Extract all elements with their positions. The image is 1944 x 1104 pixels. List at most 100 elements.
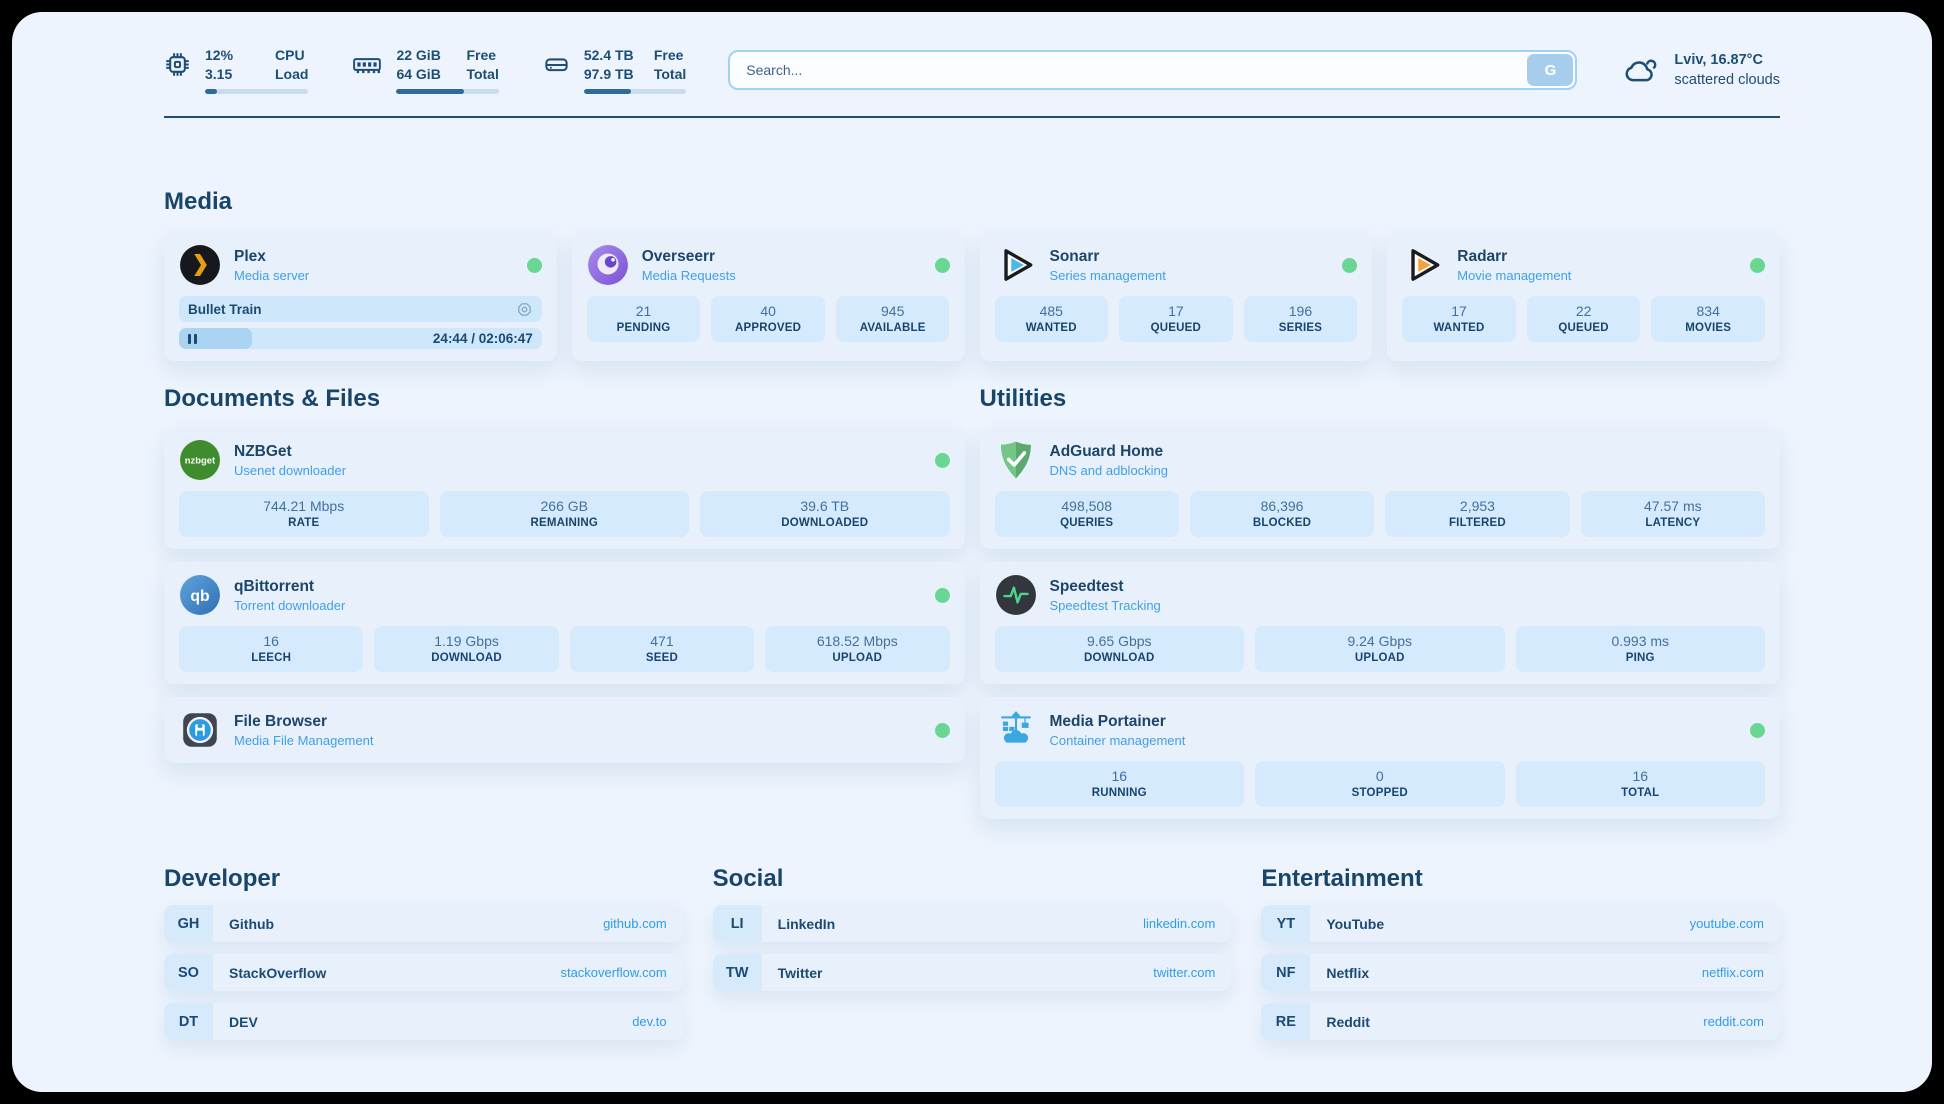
bookmark-abbr: NF: [1261, 954, 1310, 991]
bookmark-abbr: SO: [164, 954, 213, 991]
status-dot: [935, 588, 950, 603]
section-title-media: Media: [164, 188, 1780, 216]
memory-free-value: 22 GiB: [396, 46, 466, 65]
card-subtitle: DNS and adblocking: [1050, 463, 1169, 478]
cpu-load-label: Load: [275, 65, 308, 84]
stat-tile: 471SEED: [570, 626, 754, 672]
bookmark-reddit[interactable]: RE Reddit reddit.com: [1261, 1003, 1780, 1040]
card-qbittorrent[interactable]: qb qBittorrent Torrent downloader 16LEEC…: [164, 562, 965, 684]
section-title-developer: Developer: [164, 865, 683, 893]
card-subtitle: Container management: [1050, 733, 1186, 748]
stat-tile: 17WANTED: [1402, 296, 1516, 342]
playback-progress-bar: 24:44 / 02:06:47: [179, 328, 542, 349]
bookmark-netflix[interactable]: NF Netflix netflix.com: [1261, 954, 1780, 991]
card-overseerr[interactable]: Overseerr Media Requests 21PENDING 40APP…: [572, 232, 965, 361]
card-sonarr[interactable]: Sonarr Series management 485WANTED 17QUE…: [980, 232, 1373, 361]
card-title: Media Portainer: [1050, 713, 1186, 731]
bookmark-name: LinkedIn: [778, 916, 836, 932]
disk-widget: 52.4 TBFree 97.9 TBTotal: [543, 46, 686, 94]
sonarr-icon: [995, 244, 1037, 286]
card-radarr[interactable]: Radarr Movie management 17WANTED 22QUEUE…: [1387, 232, 1780, 361]
card-subtitle: Speedtest Tracking: [1050, 598, 1161, 613]
search-input[interactable]: [728, 50, 1577, 90]
bookmark-github[interactable]: GH Github github.com: [164, 905, 683, 942]
bookmark-url: linkedin.com: [1143, 916, 1215, 931]
disk-total-label: Total: [654, 65, 686, 84]
bookmark-group-developer: Developer GH Github github.com SO StackO…: [164, 865, 683, 1040]
disk-free-label: Free: [654, 46, 684, 65]
card-subtitle: Movie management: [1457, 268, 1571, 283]
cloud-icon: [1623, 54, 1661, 86]
pause-icon: [188, 334, 197, 344]
qbittorrent-icon: qb: [179, 574, 221, 616]
card-title: NZBGet: [234, 443, 346, 461]
resource-widgets: 12%CPU 3.15Load 22: [164, 46, 686, 94]
card-subtitle: Media server: [234, 268, 309, 283]
bookmark-group-entertainment: Entertainment YT YouTube youtube.com NF …: [1261, 865, 1780, 1040]
stat-tile: 0.993 msPING: [1516, 626, 1766, 672]
stat-tile: 834MOVIES: [1651, 296, 1765, 342]
stat-tile: 86,396BLOCKED: [1190, 491, 1374, 537]
portainer-icon: [995, 709, 1037, 751]
search-bar: G: [728, 50, 1577, 90]
section-title-documents: Documents & Files: [164, 385, 965, 413]
section-documents: Documents & Files nzbget NZBGet U: [164, 385, 965, 763]
bookmark-name: StackOverflow: [229, 965, 326, 981]
card-subtitle: Usenet downloader: [234, 463, 346, 478]
bookmark-twitter[interactable]: TW Twitter twitter.com: [713, 954, 1232, 991]
bookmark-url: github.com: [603, 916, 667, 931]
card-portainer[interactable]: Media Portainer Container management 16R…: [980, 697, 1781, 819]
bookmark-youtube[interactable]: YT YouTube youtube.com: [1261, 905, 1780, 942]
status-dot: [527, 258, 542, 273]
disk-free-value: 52.4 TB: [584, 46, 654, 65]
bookmark-url: dev.to: [632, 1014, 666, 1029]
card-title: Sonarr: [1050, 248, 1166, 266]
memory-icon: [352, 51, 382, 78]
card-nzbget[interactable]: nzbget NZBGet Usenet downloader 744.21 M…: [164, 427, 965, 549]
stat-tile: 40APPROVED: [711, 296, 825, 342]
card-plex[interactable]: Plex Media server Bullet Train 24:44 / 0…: [164, 232, 557, 361]
weather-widget: Lviv, 16.87°C scattered clouds: [1623, 50, 1780, 90]
radarr-icon: [1402, 244, 1444, 286]
section-title-entertainment: Entertainment: [1261, 865, 1780, 893]
speedtest-icon: [995, 574, 1037, 616]
bookmark-dev[interactable]: DT DEV dev.to: [164, 1003, 683, 1040]
memory-total-value: 64 GiB: [396, 65, 466, 84]
stat-tile: 47.57 msLATENCY: [1581, 491, 1765, 537]
card-title: Speedtest: [1050, 578, 1161, 596]
stat-tile: 196SERIES: [1244, 296, 1358, 342]
overseerr-icon: [587, 244, 629, 286]
card-subtitle: Series management: [1050, 268, 1166, 283]
card-speedtest[interactable]: Speedtest Speedtest Tracking 9.65 GbpsDO…: [980, 562, 1781, 684]
stat-tile: 498,508QUERIES: [995, 491, 1179, 537]
card-adguard[interactable]: AdGuard Home DNS and adblocking 498,508Q…: [980, 427, 1781, 549]
bookmark-name: Reddit: [1326, 1014, 1370, 1030]
svg-text:nzbget: nzbget: [185, 456, 216, 467]
bookmark-abbr: YT: [1261, 905, 1310, 942]
bookmark-linkedin[interactable]: LI LinkedIn linkedin.com: [713, 905, 1232, 942]
stat-tile: 266 GBREMAINING: [440, 491, 690, 537]
memory-widget: 22 GiBFree 64 GiBTotal: [352, 46, 498, 94]
google-search-button[interactable]: G: [1527, 54, 1573, 86]
adguard-icon: [995, 439, 1037, 481]
stat-tile: 9.24 GbpsUPLOAD: [1255, 626, 1505, 672]
media-grid: Plex Media server Bullet Train 24:44 / 0…: [164, 232, 1780, 361]
bookmark-name: Twitter: [778, 965, 823, 981]
memory-free-label: Free: [466, 46, 496, 65]
cpu-usage-value: 12%: [205, 46, 275, 65]
status-dot: [935, 453, 950, 468]
weather-condition: scattered clouds: [1674, 70, 1780, 90]
stat-tile: 9.65 GbpsDOWNLOAD: [995, 626, 1245, 672]
status-dot: [935, 258, 950, 273]
filebrowser-icon: [179, 709, 221, 751]
card-subtitle: Torrent downloader: [234, 598, 345, 613]
stat-tile: 0STOPPED: [1255, 761, 1505, 807]
bookmark-abbr: LI: [713, 905, 762, 942]
status-dot: [1750, 723, 1765, 738]
plex-icon: [179, 244, 221, 286]
card-filebrowser[interactable]: File Browser Media File Management: [164, 697, 965, 763]
bookmark-abbr: TW: [713, 954, 762, 991]
status-dot: [1342, 258, 1357, 273]
bookmark-stackoverflow[interactable]: SO StackOverflow stackoverflow.com: [164, 954, 683, 991]
status-dot: [1750, 258, 1765, 273]
